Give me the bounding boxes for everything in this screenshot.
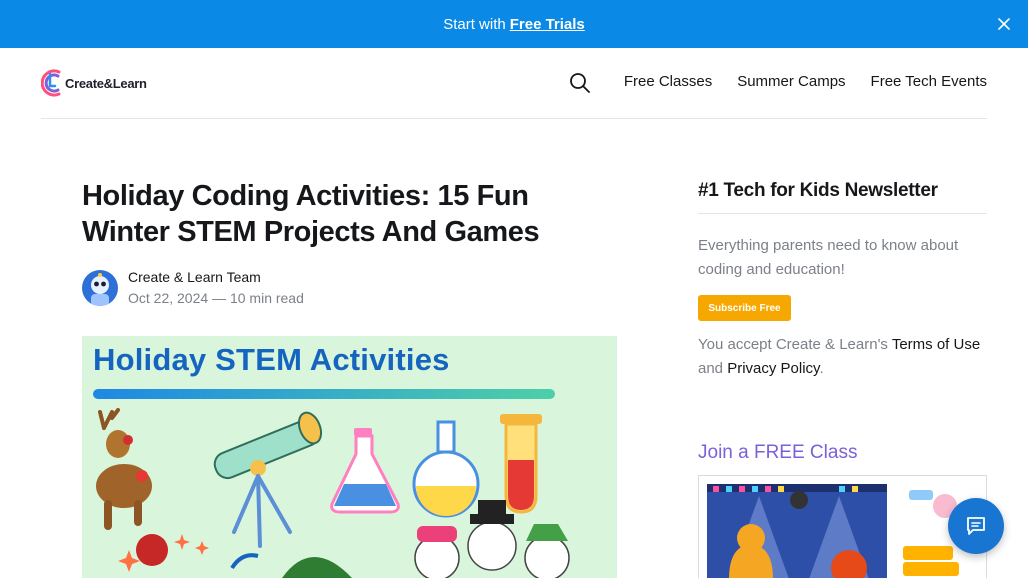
terms-prefix: You accept Create & Learn's bbox=[698, 336, 888, 353]
close-icon[interactable] bbox=[996, 16, 1012, 32]
nav-free-tech-events[interactable]: Free Tech Events bbox=[871, 73, 987, 90]
site-logo[interactable]: Create&Learn bbox=[41, 68, 147, 98]
terms-of-use-link[interactable]: Terms of Use bbox=[892, 336, 980, 353]
avatar-image bbox=[82, 270, 118, 306]
author-name[interactable]: Create & Learn Team bbox=[128, 268, 304, 286]
telescope-illustration bbox=[213, 411, 323, 548]
newsletter-title: #1 Tech for Kids Newsletter bbox=[698, 180, 938, 201]
site-header: Create&Learn Free Classes Summer Camps F… bbox=[41, 48, 987, 119]
logo-text: Create&Learn bbox=[65, 75, 147, 91]
read-time: 10 min read bbox=[229, 290, 304, 306]
privacy-policy-link[interactable]: Privacy Policy bbox=[727, 360, 819, 377]
join-class-title[interactable]: Join a FREE Class bbox=[698, 442, 857, 464]
promo-banner: Start with Free Trials bbox=[0, 0, 1028, 48]
terms-and: and bbox=[698, 360, 724, 377]
test-tube-illustration bbox=[500, 414, 542, 514]
free-class-card[interactable] bbox=[698, 475, 987, 578]
author-avatar[interactable] bbox=[82, 270, 118, 306]
search-icon[interactable] bbox=[569, 72, 591, 94]
terms-period: . bbox=[819, 360, 824, 377]
post-date: Oct 22, 2024 bbox=[128, 290, 209, 306]
terms-notice: You accept Create & Learn's Terms of Use… bbox=[698, 333, 993, 381]
reindeer-illustration bbox=[96, 408, 168, 566]
main-nav: Free Classes Summer Camps Free Tech Even… bbox=[624, 73, 987, 90]
chat-button[interactable] bbox=[948, 498, 1004, 554]
chat-icon bbox=[967, 517, 985, 535]
banner-text: Start with bbox=[443, 15, 506, 33]
subscribe-button[interactable]: Subscribe Free bbox=[698, 295, 791, 321]
hero-title: Holiday STEM Activities bbox=[93, 342, 450, 377]
nav-summer-camps[interactable]: Summer Camps bbox=[737, 73, 845, 90]
nav-free-classes[interactable]: Free Classes bbox=[624, 73, 712, 90]
post-meta: Oct 22, 2024 — 10 min read bbox=[128, 288, 304, 308]
logo-mark-icon bbox=[41, 69, 61, 97]
flask-illustration-1 bbox=[330, 428, 400, 514]
post-byline: Create & Learn Team Oct 22, 2024 — 10 mi… bbox=[82, 268, 304, 308]
newsletter-description: Everything parents need to know about co… bbox=[698, 237, 959, 278]
class-card-image bbox=[707, 484, 981, 578]
hero-image: Holiday STEM Activities bbox=[82, 336, 617, 578]
sidebar-divider bbox=[698, 213, 987, 214]
flask-illustration-2 bbox=[412, 420, 480, 518]
meta-separator: — bbox=[212, 290, 227, 306]
post-title: Holiday Coding Activities: 15 Fun Winter… bbox=[82, 180, 540, 248]
free-trials-link[interactable]: Free Trials bbox=[510, 16, 585, 33]
